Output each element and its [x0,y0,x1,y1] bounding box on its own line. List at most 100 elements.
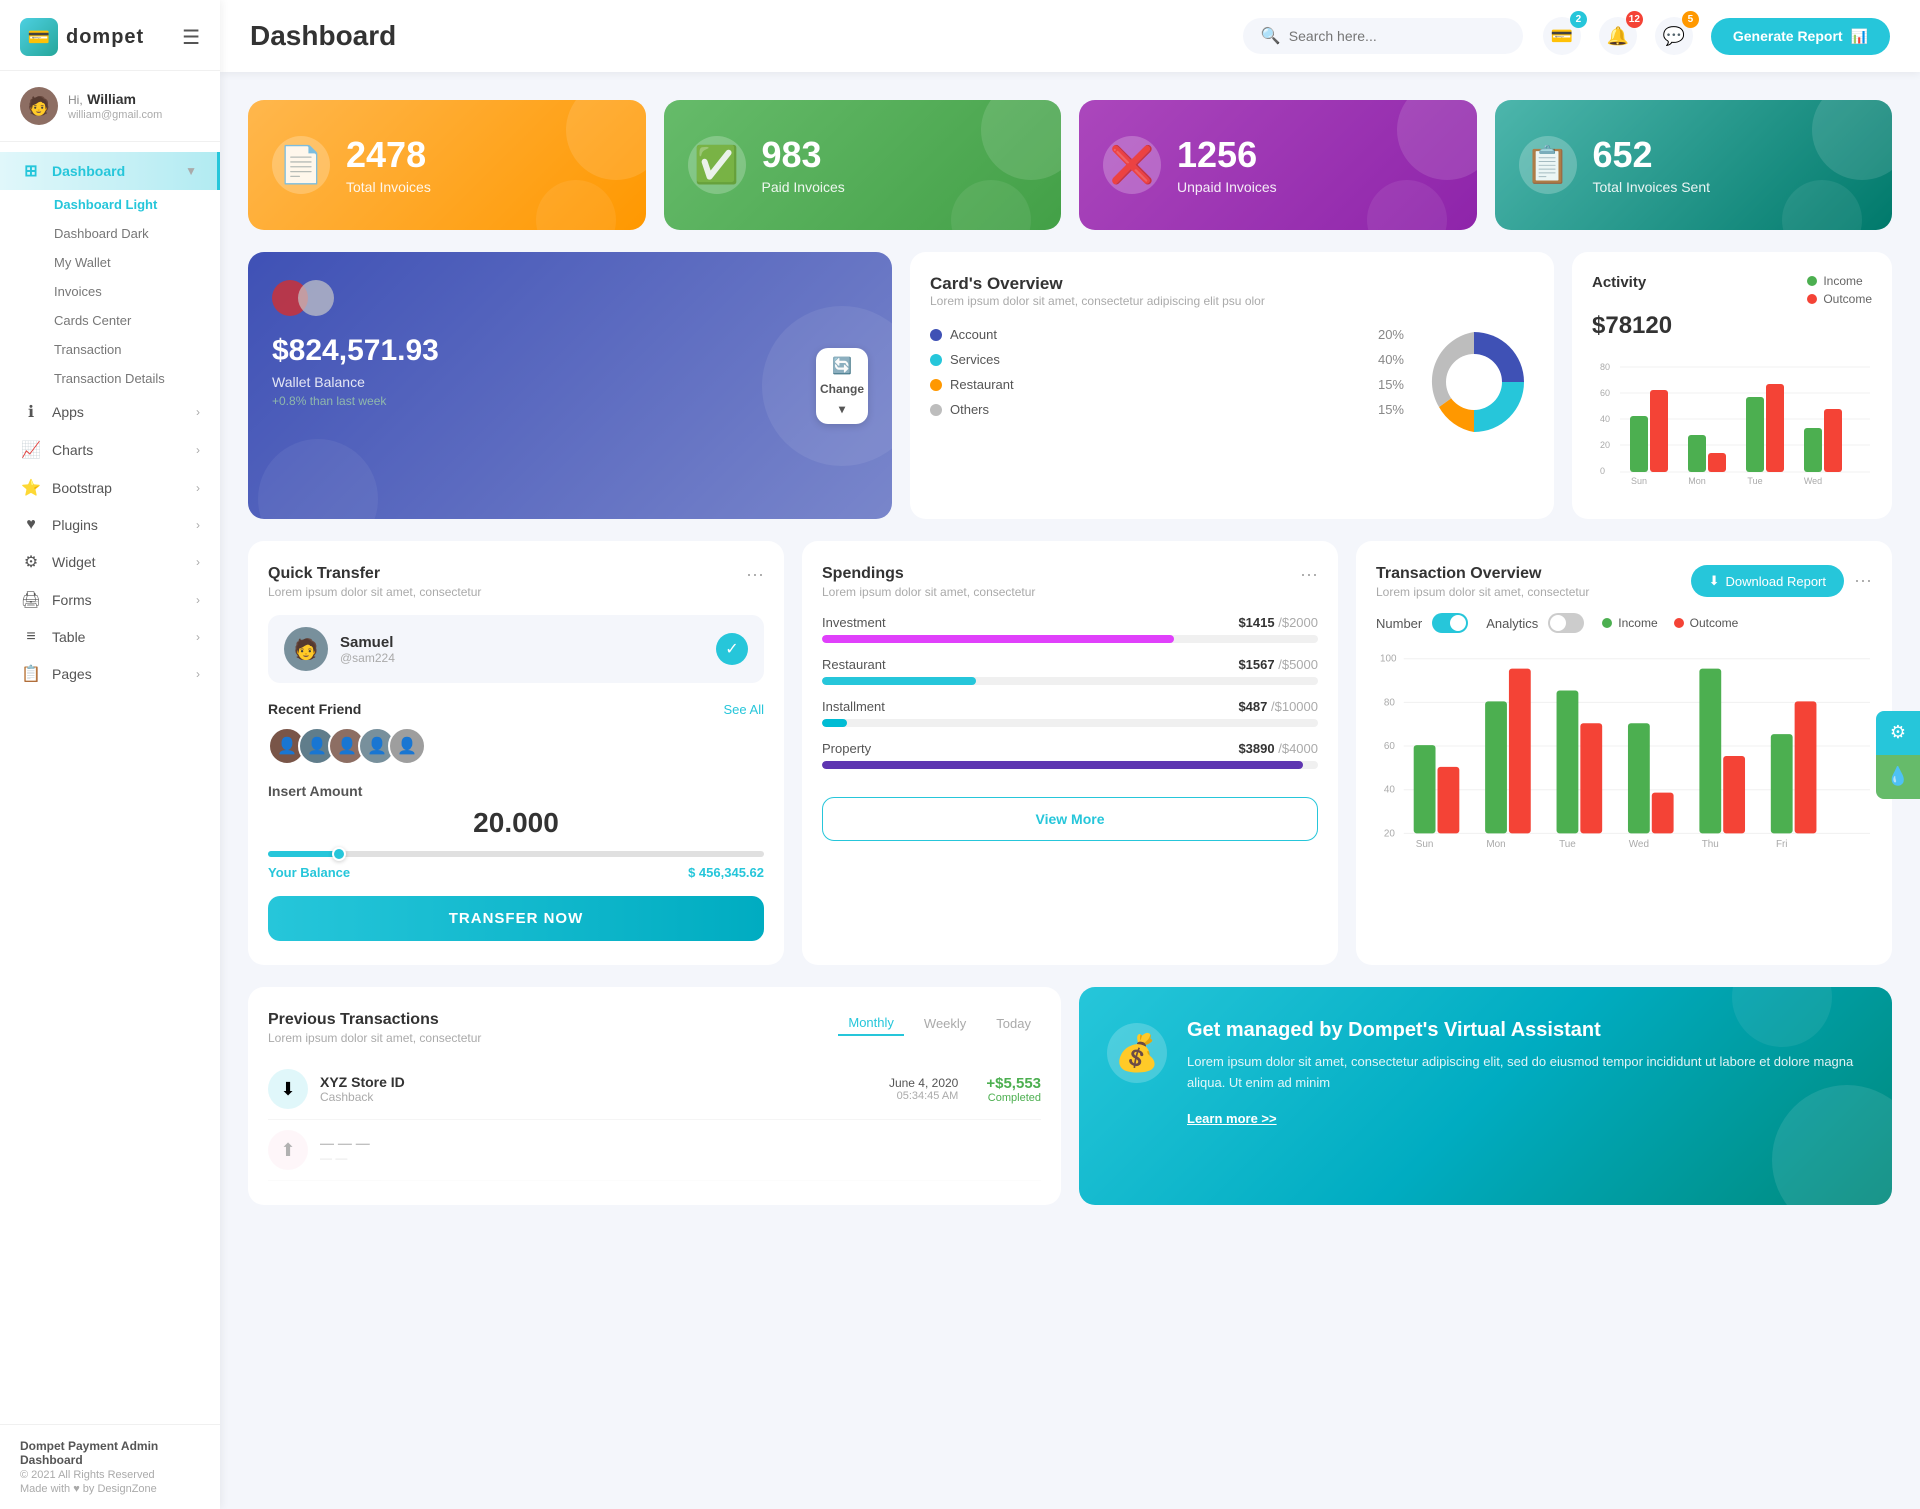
dot-account [930,329,942,341]
transfer-now-button[interactable]: TRANSFER NOW [268,896,764,941]
wallet-badge: 2 [1570,11,1587,28]
chevron-right-icon: › [196,405,200,419]
analytics-toggle[interactable] [1548,613,1584,633]
mid-section: $824,571.93 Wallet Balance +0.8% than la… [248,252,1892,519]
sub-item-dashboard-light[interactable]: Dashboard Light [42,190,220,219]
bell-badge: 12 [1626,11,1643,28]
income-label: Income [1823,274,1862,288]
spendings-header: Spendings Lorem ipsum dolor sit amet, co… [822,565,1318,599]
friend-avatar-5: 👤 [388,727,426,765]
spendings-more-icon[interactable]: ⋯ [1300,565,1318,586]
analytics-toggle-group: Analytics [1486,613,1584,633]
sub-item-invoices[interactable]: Invoices [42,277,220,306]
insert-amount-label: Insert Amount [268,783,764,799]
settings-panel-button[interactable]: ⚙ [1876,711,1920,755]
logo-icon: 💳 [20,18,58,56]
outcome-legend: Outcome [1807,292,1872,306]
view-more-button[interactable]: View More [822,797,1318,841]
amount-slider[interactable] [268,851,764,857]
sidebar-item-label: Forms [52,592,92,608]
sidebar-item-label: Charts [52,442,93,458]
download-report-button[interactable]: ⬇ Download Report [1691,565,1844,597]
to-more-icon[interactable]: ⋯ [1854,571,1872,592]
stat-label-sent: Total Invoices Sent [1593,179,1711,195]
sidebar-item-plugins[interactable]: ♥ Plugins › [0,507,220,543]
hamburger-icon[interactable]: ☰ [182,25,200,50]
svg-text:Mon: Mon [1688,476,1706,486]
sidebar-item-apps[interactable]: ℹ Apps › [0,393,220,431]
to-header: Transaction Overview Lorem ipsum dolor s… [1376,565,1872,599]
investment-progress [822,635,1318,643]
stat-label-total: Total Invoices [346,179,431,195]
sub-item-dashboard-dark[interactable]: Dashboard Dark [42,219,220,248]
spending-label: Investment [822,615,886,630]
sent-icon: 📋 [1519,136,1577,194]
to-title: Transaction Overview [1376,565,1589,583]
cards-overview-title: Card's Overview [930,274,1534,294]
number-toggle[interactable] [1432,613,1468,633]
sidebar-item-charts[interactable]: 📈 Charts › [0,431,220,469]
spending-amount: $1415 [1238,615,1274,630]
color-panel-button[interactable]: 💧 [1876,755,1920,799]
tab-weekly[interactable]: Weekly [914,1011,976,1036]
stat-label-paid: Paid Invoices [762,179,845,195]
svg-text:100: 100 [1380,654,1397,665]
bar-chart-area: 80 60 40 20 0 [1592,352,1872,497]
sidebar-item-bootstrap[interactable]: ⭐ Bootstrap › [0,469,220,507]
change-button[interactable]: 🔄 Change ▾ [816,348,868,424]
wallet-label: Wallet Balance [272,374,868,390]
unpaid-icon: ❌ [1103,136,1161,194]
prev-section: Previous Transactions Lorem ipsum dolor … [248,987,1892,1205]
avatar: 🧑 [20,87,58,125]
svg-text:80: 80 [1600,362,1610,372]
to-sub: Lorem ipsum dolor sit amet, consectetur [1376,585,1589,599]
va-learn-more-link[interactable]: Learn more >> [1187,1111,1277,1126]
transfer-user: 🧑 Samuel @sam224 ✓ [268,615,764,683]
sidebar-item-forms[interactable]: 🖨 Forms › [0,581,220,619]
see-all-link[interactable]: See All [724,702,764,717]
svg-text:80: 80 [1384,697,1396,708]
sidebar-item-dashboard[interactable]: ⊞ Dashboard ▼ [0,152,220,190]
activity-bar-chart: 80 60 40 20 0 [1592,352,1872,492]
svg-text:Mon: Mon [1486,839,1505,850]
logo-text: dompet [66,26,144,49]
sub-item-cards-center[interactable]: Cards Center [42,306,220,335]
sidebar-user: 🧑 Hi, William william@gmail.com [0,71,220,142]
chart-bar-icon: 📊 [1851,28,1868,45]
sidebar-item-widget[interactable]: ⚙ Widget › [0,543,220,581]
sub-item-transaction-details[interactable]: Transaction Details [42,364,220,393]
to-toggles: Number Analytics Inc [1376,613,1872,633]
search-input[interactable] [1289,28,1505,44]
insert-amount-value: 20.000 [268,807,764,839]
right-panel: ⚙ 💧 [1876,711,1920,799]
spending-amount: $1567 [1238,657,1274,672]
sub-item-my-wallet[interactable]: My Wallet [42,248,220,277]
svg-text:40: 40 [1600,414,1610,424]
overview-row-others: Others 15% [930,397,1404,422]
bell-icon-badge[interactable]: 🔔 12 [1599,17,1637,55]
wallet-icon-badge[interactable]: 💳 2 [1543,17,1581,55]
tab-monthly[interactable]: Monthly [838,1011,904,1036]
transfer-check-icon: ✓ [716,633,748,665]
prev-title: Previous Transactions [268,1011,481,1029]
sidebar-item-pages[interactable]: 📋 Pages › [0,655,220,693]
header: Dashboard 🔍 💳 2 🔔 12 💬 5 Generate Report… [220,0,1920,72]
svg-text:0: 0 [1600,466,1605,476]
sidebar-item-table[interactable]: ≡ Table › [0,619,220,655]
user-greeting: Hi, William [68,91,162,109]
apps-icon: ℹ [20,402,42,422]
chat-icon-badge[interactable]: 💬 5 [1655,17,1693,55]
tab-today[interactable]: Today [986,1011,1041,1036]
more-options-icon[interactable]: ⋯ [746,565,764,586]
generate-report-button[interactable]: Generate Report 📊 [1711,18,1890,55]
svg-text:20: 20 [1600,440,1610,450]
svg-text:Thu: Thu [1702,839,1719,850]
svg-text:Wed: Wed [1629,839,1649,850]
va-icon: 💰 [1107,1023,1167,1083]
svg-text:20: 20 [1384,828,1396,839]
sub-item-transaction[interactable]: Transaction [42,335,220,364]
stat-label-unpaid: Unpaid Invoices [1177,179,1277,195]
activity-header: Activity Income Outcome [1592,274,1872,306]
va-desc: Lorem ipsum dolor sit amet, consectetur … [1187,1052,1864,1094]
bottom-section: Quick Transfer Lorem ipsum dolor sit ame… [248,541,1892,965]
